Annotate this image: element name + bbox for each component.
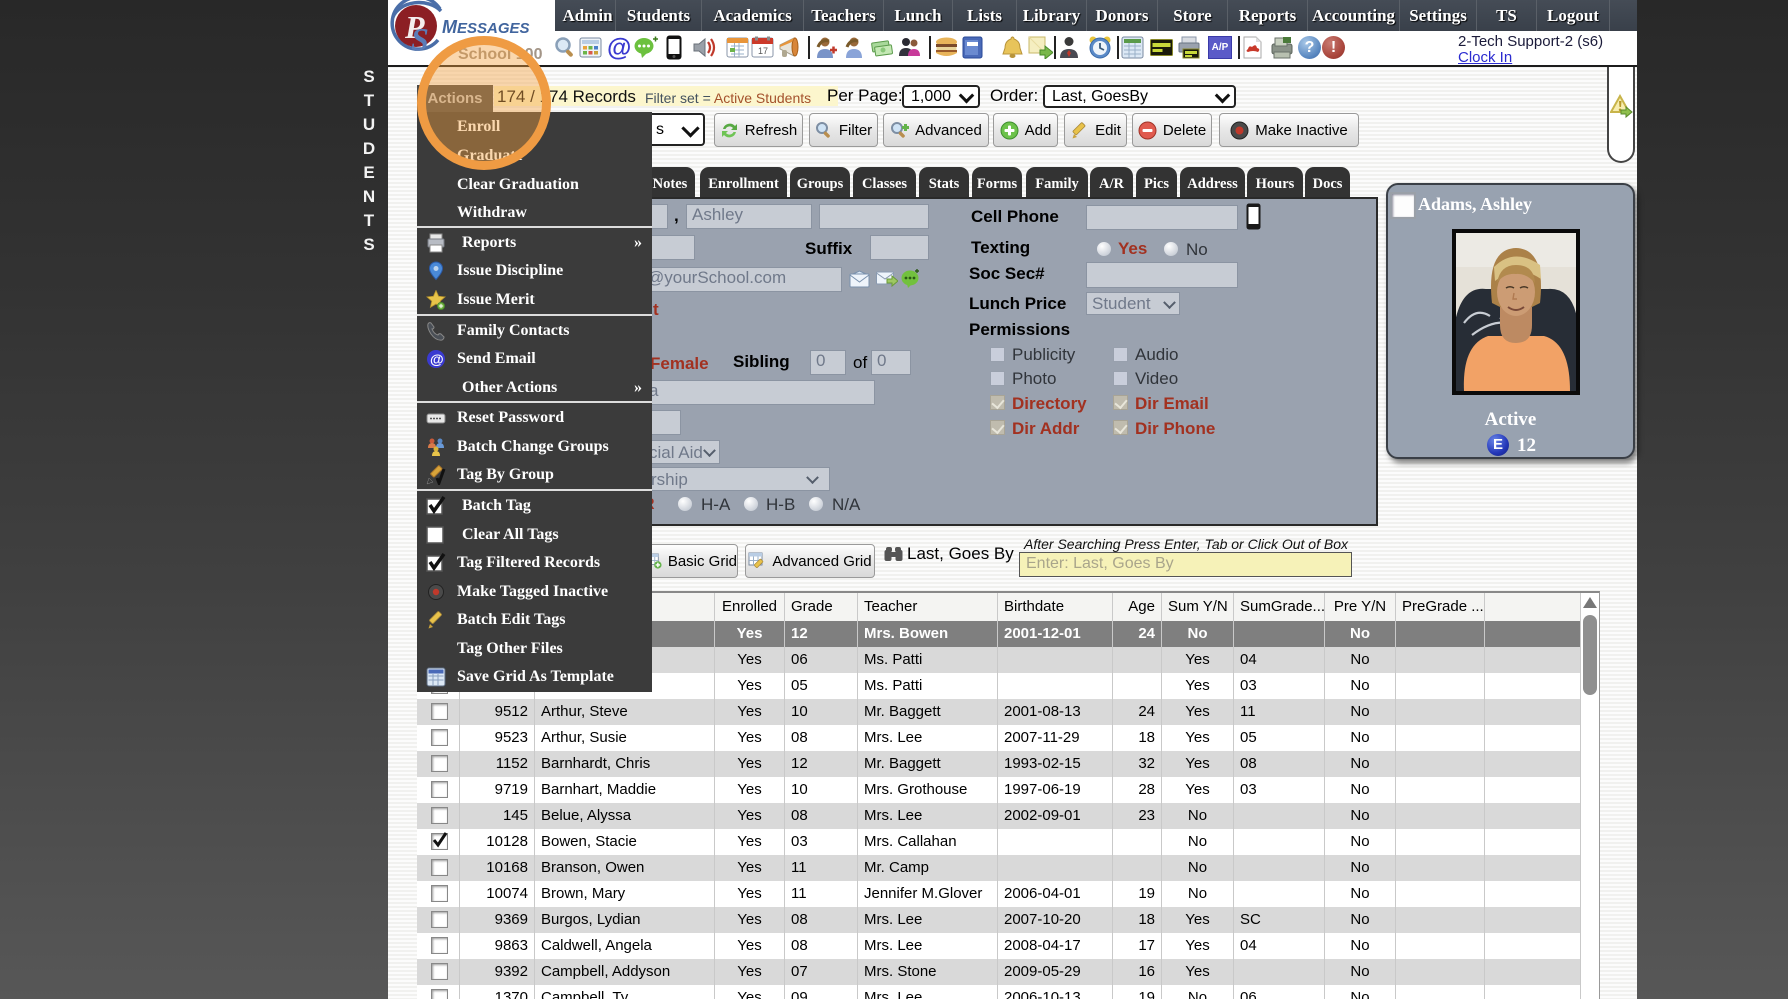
- svg-text:S: S: [411, 21, 429, 57]
- svg-text:MESSAGES: MESSAGES: [442, 17, 530, 37]
- svg-text:@: @: [430, 351, 444, 367]
- svg-text:17: 17: [758, 46, 768, 56]
